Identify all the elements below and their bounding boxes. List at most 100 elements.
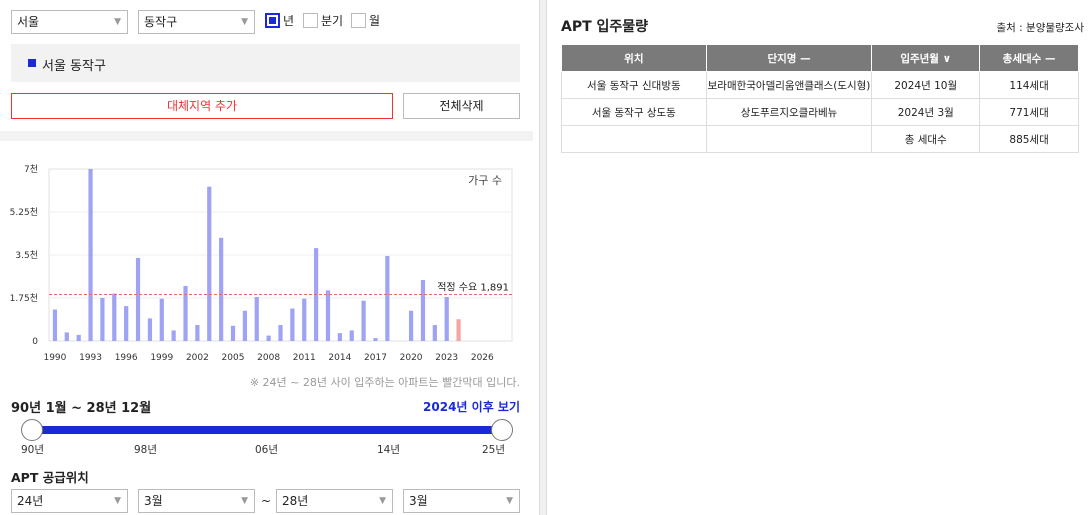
- column-header-units[interactable]: 총세대수 —: [979, 44, 1079, 72]
- unit-month-checkbox[interactable]: 월: [351, 12, 380, 28]
- table-total-row: 총 세대수 885세대: [561, 125, 1079, 153]
- cell-complex: 상도푸르지오클라베뉴: [705, 98, 873, 126]
- chevron-down-icon: ▼: [241, 496, 248, 506]
- x-tick-label: 1990: [43, 353, 66, 363]
- right-panel: APT 입주물량 출처 : 분양물량조사 위치 단지명 — 입주년월 ∨ 총세대…: [548, 0, 1092, 515]
- chart-bar: [302, 298, 307, 341]
- unit-quarter-checkbox[interactable]: 분기: [303, 12, 343, 28]
- chart-bar: [432, 325, 437, 341]
- cell-location: 서울 동작구 신대방동: [561, 71, 707, 99]
- slider-tick: 98년: [134, 444, 158, 456]
- supply-bar-chart: 0 1.75천 3.5천 5.25천 7천 1990 1993 1996 1999 2002 200…: [10, 164, 513, 363]
- unit-quarter-label: 분기: [321, 13, 344, 28]
- unit-month-label: 월: [369, 13, 381, 28]
- cell-empty: [705, 125, 873, 153]
- left-panel: 서울 ▼ 동작구 ▼ 년 분기 월 서울 동작구 대체지역 추가 전체삭제 01…: [0, 0, 533, 515]
- cell-total-units: 885세대: [979, 125, 1079, 153]
- chevron-down-icon: ▼: [379, 496, 386, 506]
- chevron-down-icon: ▼: [506, 496, 513, 506]
- to-year-select[interactable]: 28년 ▼: [276, 489, 393, 513]
- x-tick-label: 2026: [471, 353, 494, 363]
- panel-splitter[interactable]: [539, 0, 547, 515]
- x-tick-label: 2020: [400, 353, 423, 363]
- chart-bar: [207, 186, 212, 341]
- cell-complex: 보라매한국아델리움앤클래스(도시형): [705, 71, 873, 99]
- cell-location: 서울 동작구 상도동: [561, 98, 707, 126]
- column-header-complex[interactable]: 단지명 —: [705, 44, 873, 72]
- x-tick-label: 2005: [222, 353, 245, 363]
- chart-bar: [147, 318, 153, 341]
- period-slider-start-handle[interactable]: [21, 419, 43, 441]
- slider-tick: 14년: [377, 444, 401, 456]
- occupancy-table: 위치 단지명 — 입주년월 ∨ 총세대수 — 서울 동작구 신대방동 보라매한국…: [561, 44, 1079, 153]
- from-month-select[interactable]: 3월 ▼: [138, 489, 255, 513]
- checkbox-icon: [351, 12, 366, 28]
- chart-bar: [361, 300, 366, 341]
- to-year-value: 28년: [282, 494, 309, 508]
- chevron-down-icon: ▼: [241, 17, 248, 27]
- unit-year-label: 년: [283, 13, 295, 28]
- add-alternate-region-button[interactable]: 대체지역 추가: [11, 93, 393, 119]
- y-tick-label: 1.75천: [10, 293, 38, 304]
- chart-bar: [349, 330, 354, 341]
- y-tick-label: 3.5천: [15, 250, 38, 261]
- view-after-2024-link[interactable]: 2024년 이후 보기: [423, 398, 520, 415]
- region-square-icon: [28, 59, 36, 67]
- city-select[interactable]: 서울 ▼: [11, 10, 128, 34]
- x-tick-label: 1999: [150, 353, 173, 363]
- chart-bar: [159, 298, 164, 341]
- period-slider-end-handle[interactable]: [491, 419, 513, 441]
- delete-all-button[interactable]: 전체삭제: [403, 93, 520, 119]
- cell-units: 114세대: [979, 71, 1079, 99]
- reference-label: 적정 수요 1,891: [437, 282, 509, 294]
- x-tick-label: 1996: [115, 353, 138, 363]
- from-year-select[interactable]: 24년 ▼: [11, 489, 128, 513]
- chart-bar: [112, 293, 117, 341]
- chart-bar: [420, 280, 426, 341]
- slider-tick: 25년: [482, 444, 506, 456]
- chart-bar: [337, 333, 342, 341]
- chart-bar: [64, 332, 69, 341]
- y-tick-label: 0: [32, 337, 38, 347]
- supply-location-title: APT 공급위치: [11, 470, 89, 485]
- from-year-value: 24년: [17, 494, 44, 508]
- chart-bar: [254, 297, 259, 341]
- table-header-row: 위치 단지명 — 입주년월 ∨ 총세대수 —: [561, 44, 1079, 72]
- chart-bar: [242, 310, 247, 341]
- chart-bar: [135, 257, 141, 341]
- chart-bar: [325, 290, 331, 341]
- slider-tick: 06년: [255, 444, 279, 456]
- x-tick-label: 2017: [364, 353, 387, 363]
- chart-bar: [456, 319, 461, 341]
- chart-bar: [100, 298, 105, 341]
- x-tick-label: 2011: [293, 353, 316, 363]
- period-label: 90년 1월 ~ 28년 12월: [11, 401, 152, 416]
- checkbox-checked-icon: [265, 12, 280, 28]
- unit-year-checkbox[interactable]: 년: [265, 12, 294, 28]
- chart-bar: [290, 308, 295, 341]
- x-tick-label: 1993: [79, 353, 102, 363]
- chart-bar: [195, 325, 200, 341]
- cell-units: 771세대: [979, 98, 1079, 126]
- column-header-date[interactable]: 입주년월 ∨: [871, 44, 981, 72]
- city-select-value: 서울: [17, 15, 40, 29]
- cell-empty: [561, 125, 707, 153]
- table-row[interactable]: 서울 동작구 상도동 상도푸르지오클라베뉴 2024년 3월 771세대: [561, 98, 1079, 126]
- column-header-location: 위치: [561, 44, 707, 72]
- chart-bar: [230, 325, 236, 341]
- x-tick-label: 2014: [328, 353, 351, 363]
- district-select-value: 동작구: [144, 15, 178, 29]
- district-select[interactable]: 동작구 ▼: [138, 10, 255, 34]
- cell-total-label: 총 세대수: [871, 125, 981, 153]
- chart-note: ※ 24년 ~ 28년 사이 입주하는 아파트는 빨간막대 입니다.: [249, 376, 520, 389]
- chart-bar: [385, 255, 390, 341]
- data-source: 출처 : 분양물량조사: [996, 22, 1085, 34]
- period-slider-track[interactable]: [31, 426, 502, 434]
- chart-bar: [266, 335, 271, 341]
- slider-tick: 90년: [21, 444, 45, 456]
- table-row[interactable]: 서울 동작구 신대방동 보라매한국아델리움앤클래스(도시형) 2024년 10월…: [561, 71, 1079, 99]
- to-month-select[interactable]: 3월 ▼: [403, 489, 520, 513]
- checkbox-icon: [303, 12, 318, 28]
- x-tick-label: 2023: [435, 353, 458, 363]
- chart-bar: [219, 237, 224, 341]
